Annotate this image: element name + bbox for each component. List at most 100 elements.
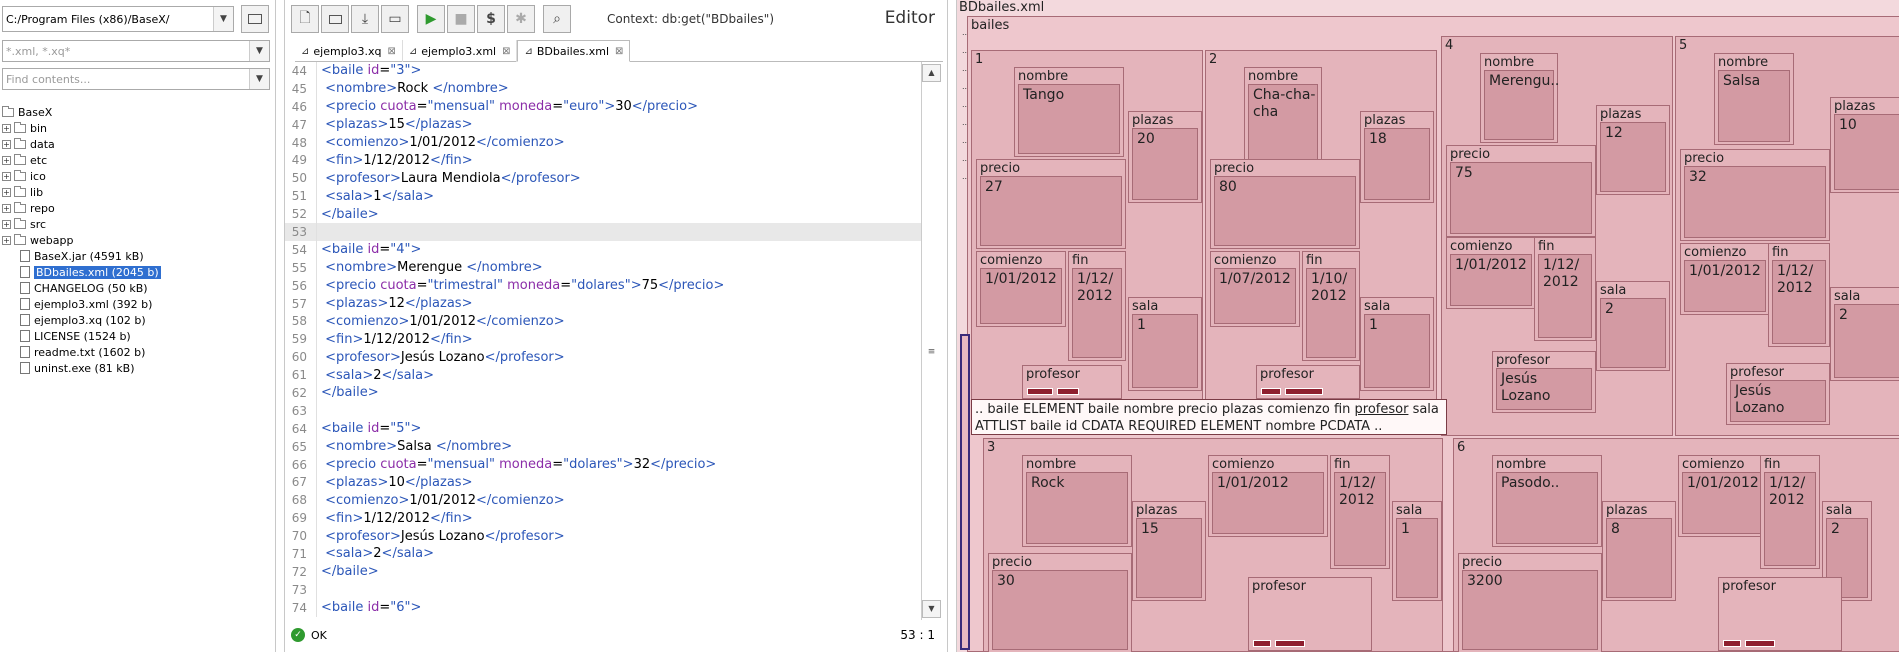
open-folder-button[interactable] [241,5,269,33]
map-dot-node[interactable]: .. [962,82,970,100]
map-dot-node[interactable]: .. [962,154,970,172]
code-line[interactable]: 70 <profesor>Jesús Lozano</profesor> [285,527,921,546]
map-node-plazas[interactable]: plazas 8 [1602,501,1676,601]
code-area[interactable]: 44 <baile id="3"> 45 <nombre>Rock </nombre… [285,62,921,620]
close-file-button[interactable]: ▭ [381,5,409,33]
code-line[interactable]: 63 [285,401,921,420]
scroll-thumb[interactable]: ≡ [925,347,938,357]
map-node-comienzo[interactable]: comienzo 1/01/2012 [976,251,1066,327]
map-node-nombre[interactable]: nombre Tango [1014,67,1124,157]
code-line[interactable]: 61 <sala>2</sala> [285,366,921,385]
code-line[interactable]: 64 <baile id="5"> [285,419,921,438]
map-node-fin[interactable]: fin 1/12/ 2012 [1330,455,1390,569]
map-node-fin-value[interactable]: 1/10/ 2012 [1306,268,1356,358]
map-node-profesor[interactable]: profesor Jesús Lozano [1726,363,1830,425]
file-tree-item[interactable]: ejemplo3.xq (102 b) [2,312,272,328]
debug-button[interactable]: ✱ [507,5,535,33]
code-line[interactable]: 49 <fin>1/12/2012</fin> [285,151,921,170]
file-tree-item[interactable]: BaseX [2,104,272,120]
scroll-down-icon[interactable]: ▼ [922,600,941,618]
file-tree-item[interactable]: uninst.exe (81 kB) [2,360,272,376]
code-line[interactable]: 47 <plazas>15</plazas> [285,115,921,134]
file-tree-item[interactable]: ejemplo3.xml (392 b) [2,296,272,312]
path-combo[interactable]: C:/Program Files (x86)/BaseX/ ▼ [2,6,234,32]
map-node-nombre-value[interactable]: Tango [1018,84,1120,154]
code-line[interactable]: 59 <fin>1/12/2012</fin> [285,330,921,349]
map-dot-node[interactable]: .. [962,136,970,154]
map-node-baile[interactable]: 6 nombre Pasodo.. plazas 8 comienzo 1/01/2012 f… [1453,438,1899,652]
file-tree-item[interactable]: readme.txt (1602 b) [2,344,272,360]
search-button[interactable]: ⌕ [543,5,571,33]
expand-icon[interactable]: + [2,187,11,197]
map-node-sala-value[interactable]: 1 [1396,518,1438,598]
map-node-plazas-value[interactable]: 10 [1834,114,1899,190]
file-tree-item[interactable]: + bin [2,120,272,136]
map-node-sala[interactable]: sala 1 [1360,297,1434,391]
save-button[interactable]: ⤓ [351,5,379,33]
map-node-nombre-value[interactable]: Cha-cha- cha [1248,84,1318,170]
map-node-comienzo-value[interactable]: 1/01/2012 [1212,472,1324,534]
code-line[interactable]: 66 <precio cuota="mensual" moneda="dolar… [285,455,921,474]
code-line[interactable]: 50 <profesor>Laura Mendiola</profesor> [285,169,921,188]
map-node-profesor-value[interactable]: Jesús Lozano [1730,380,1826,422]
code-line[interactable]: 58 <comienzo>1/01/2012</comienzo> [285,312,921,331]
map-node-fin-value[interactable]: 1/12/ 2012 [1072,268,1122,358]
map-node-precio[interactable]: precio 80 [1210,159,1360,249]
map-node-precio-value[interactable]: 80 [1214,176,1356,246]
map-node-precio-value[interactable]: 27 [980,176,1122,246]
map-node-plazas[interactable]: plazas 12 [1596,105,1670,195]
expand-icon[interactable]: + [2,171,11,181]
map-node-sala[interactable]: sala 2 [1830,287,1899,381]
map-node-plazas[interactable]: plazas 18 [1360,111,1434,203]
vertical-scrollbar[interactable]: ▲ ≡ ▼ [921,62,941,620]
map-node-profesor[interactable]: profesor [1256,365,1360,399]
code-line[interactable]: 65 <nombre>Salsa </nombre> [285,437,921,456]
map-node-profesor[interactable]: profesor [1718,577,1842,651]
map-node-nombre[interactable]: nombre Merengu.. [1480,53,1559,143]
file-tree-item[interactable]: BaseX.jar (4591 kB) [2,248,272,264]
code-line[interactable]: 45 <nombre>Rock </nombre> [285,79,921,98]
code-line[interactable]: 72 </baile> [285,562,921,581]
map-node-nombre-value[interactable]: Rock [1026,472,1128,544]
map-node-sala-value[interactable]: 1 [1132,314,1198,388]
find-contents-input[interactable]: Find contents... ▼ [2,68,270,90]
map-dot-node[interactable]: .. [962,172,970,190]
map-node-precio[interactable]: precio 32 [1680,149,1830,241]
map-node-baile[interactable]: 2 nombre Cha-cha- cha plazas 18 precio 80 comie… [1205,50,1437,400]
chevron-down-icon[interactable]: ▼ [213,7,233,31]
map-node-comienzo[interactable]: comienzo 1/01/2012 [1208,455,1328,537]
map-node-precio[interactable]: precio 27 [976,159,1126,249]
map-collapsed-nodes[interactable]: .................. [962,28,970,190]
map-node-fin-value[interactable]: 1/12/ 2012 [1334,472,1386,566]
close-icon[interactable]: ⊠ [502,46,510,57]
map-dot-node[interactable]: .. [962,46,970,64]
expand-icon[interactable]: + [2,123,11,133]
new-file-button[interactable]: 🗋 [291,5,319,33]
map-node-precio-value[interactable]: 3200 [1462,570,1598,650]
map-node-plazas-value[interactable]: 15 [1136,518,1202,598]
map-node-profesor[interactable]: profesor [1248,577,1372,651]
file-tree-item[interactable]: + repo [2,200,272,216]
map-node-plazas-value[interactable]: 18 [1364,128,1430,200]
map-node-fin[interactable]: fin 1/12/ 2012 [1760,455,1820,569]
file-tree-item[interactable]: BDbailes.xml (2045 b) [2,264,272,280]
code-line[interactable]: 44 <baile id="3"> [285,62,921,80]
map-node-plazas[interactable]: plazas 20 [1128,111,1202,203]
code-line[interactable]: 55 <nombre>Merengue </nombre> [285,258,921,277]
map-node-profesor[interactable]: profesor [1022,365,1122,399]
map-node-plazas-value[interactable]: 8 [1606,518,1672,598]
expand-icon[interactable]: + [2,235,11,245]
map-node-comienzo-value[interactable]: 1/07/2012 [1214,268,1296,324]
map-node-nombre-value[interactable]: Merengu.. [1484,70,1559,140]
code-line[interactable]: 68 <comienzo>1/01/2012</comienzo> [285,491,921,510]
map-node-plazas-value[interactable]: 20 [1132,128,1198,200]
code-line[interactable]: 53 [285,223,921,241]
map-node-nombre[interactable]: nombre Rock [1022,455,1132,547]
code-line[interactable]: 67 <plazas>10</plazas> [285,473,921,492]
map-node-fin[interactable]: fin 1/12/ 2012 [1068,251,1126,361]
file-tree-item[interactable]: + etc [2,152,272,168]
map-node-sala[interactable]: sala 1 [1392,501,1442,601]
expand-icon[interactable]: + [2,219,11,229]
file-tree-item[interactable]: + data [2,136,272,152]
map-node-baile[interactable]: 5 nombre Salsa plazas 10 precio 32 comienzo 1/01… [1675,36,1899,436]
